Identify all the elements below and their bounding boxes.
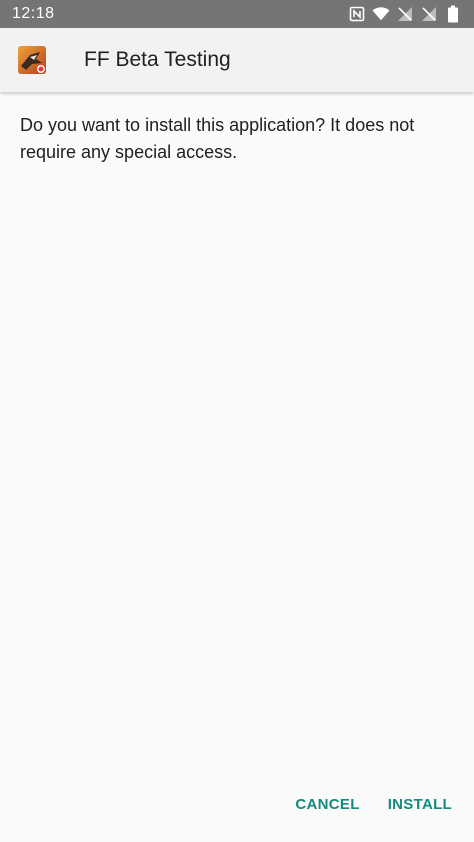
nfc-icon: [348, 5, 366, 23]
battery-icon: [444, 5, 462, 23]
status-time: 12:18: [12, 5, 55, 22]
signal-off-icon: [420, 5, 438, 23]
install-button[interactable]: INSTALL: [388, 790, 452, 819]
wifi-icon: [372, 5, 390, 23]
status-bar: 12:18: [0, 0, 474, 28]
app-title: FF Beta Testing: [84, 48, 231, 71]
cancel-button[interactable]: CANCEL: [295, 790, 359, 819]
status-icons: [348, 5, 462, 23]
dialog-actions: CANCEL INSTALL: [295, 790, 452, 819]
app-icon: [18, 46, 46, 74]
app-header: FF Beta Testing: [0, 28, 474, 92]
signal-off-icon: [396, 5, 414, 23]
install-message: Do you want to install this application?…: [20, 115, 415, 162]
installer-screen: 12:18 FF Beta Testing Do you want to ins…: [0, 0, 474, 842]
